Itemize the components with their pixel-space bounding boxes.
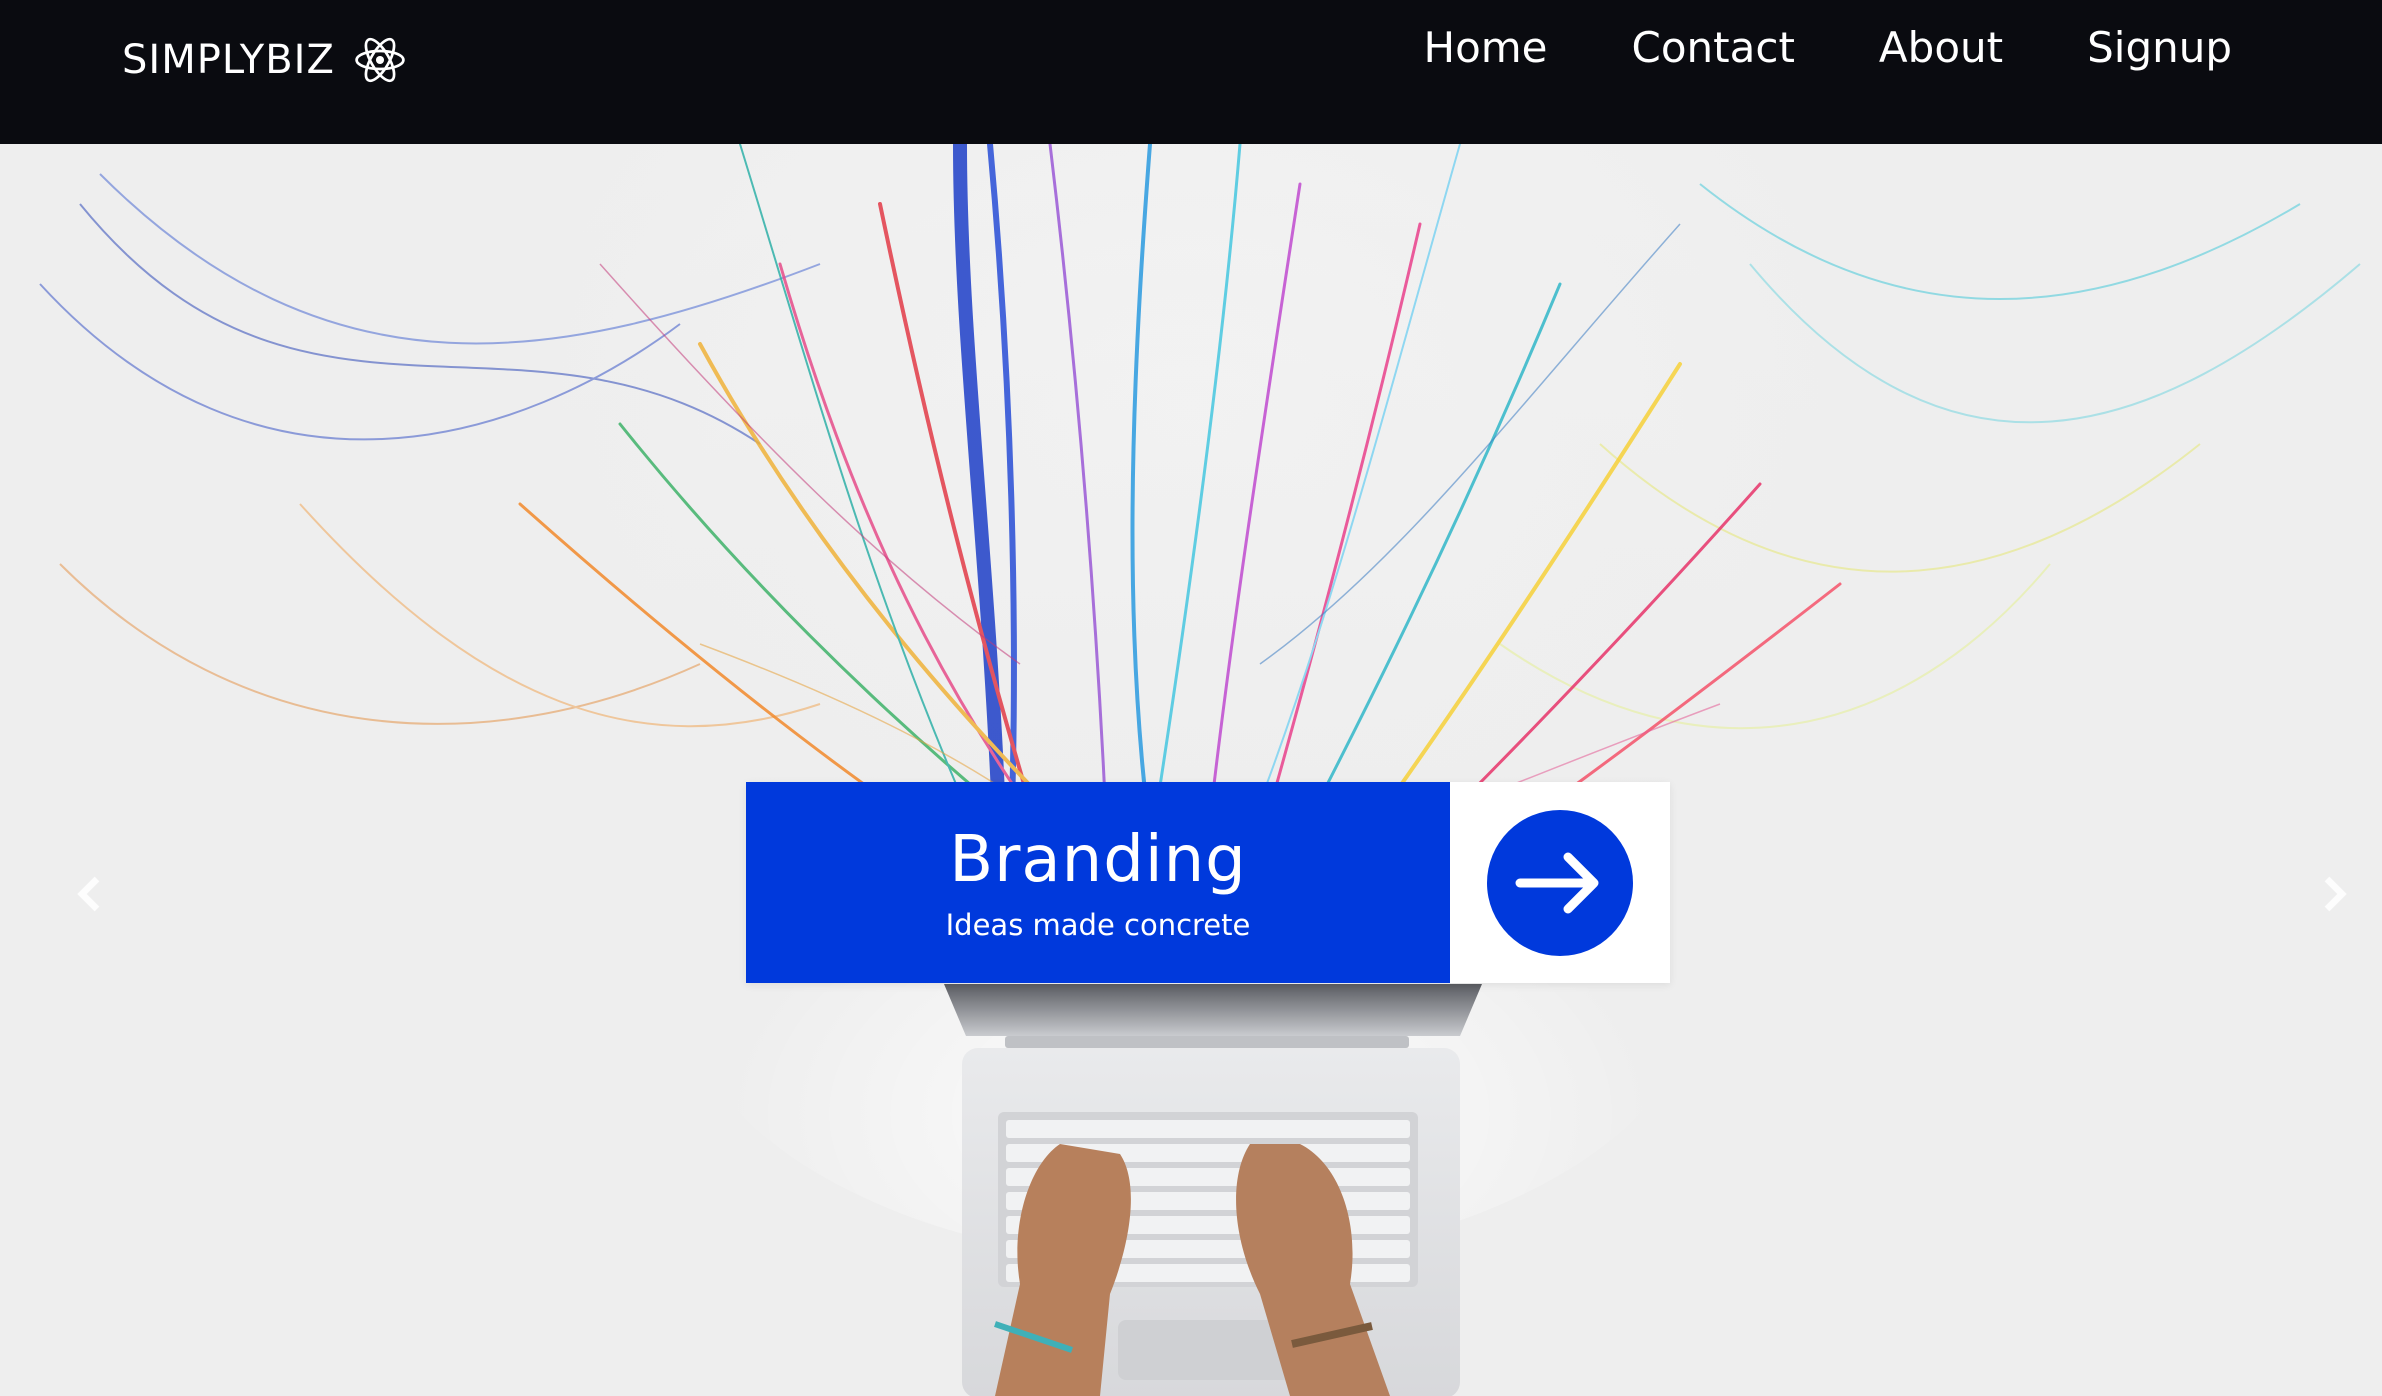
nav-home-link[interactable]: Home [1423, 22, 1547, 74]
hero-image [39, 144, 2361, 1396]
hero-carousel: Branding Ideas made concrete [0, 144, 2382, 1396]
carousel-prev-button[interactable] [62, 864, 122, 924]
nav-signup-link[interactable]: Signup [2087, 22, 2232, 74]
hero-banner-text: Branding Ideas made concrete [746, 782, 1450, 983]
chevron-right-icon [2324, 876, 2347, 912]
atom-icon [355, 37, 405, 83]
chevron-left-icon [77, 876, 100, 912]
nav-contact-link[interactable]: Contact [1632, 22, 1795, 74]
brand-name: SIMPLYBIZ [122, 37, 335, 83]
hero-cta-button[interactable] [1487, 809, 1633, 956]
hero-banner: Branding Ideas made concrete [746, 782, 1670, 983]
carousel-next-button[interactable] [2302, 864, 2362, 924]
hero-subtitle: Ideas made concrete [945, 907, 1251, 942]
hero-cta-panel [1450, 782, 1670, 983]
arrow-right-icon [1515, 852, 1599, 913]
navbar: SIMPLYBIZ Home Contact About Signup [0, 0, 2382, 144]
nav-links: Home Contact About Signup [1423, 22, 2232, 74]
nav-about-link[interactable]: About [1879, 22, 2003, 74]
brand[interactable]: SIMPLYBIZ [122, 33, 407, 87]
hero-title: Branding [949, 822, 1247, 897]
